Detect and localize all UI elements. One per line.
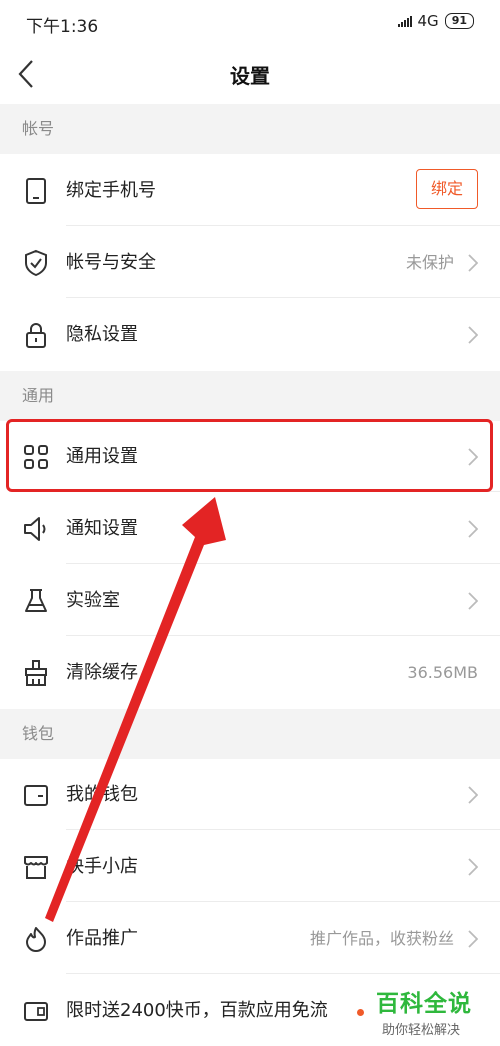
row-label: 限时送2400快币，百款应用免流 (66, 1000, 328, 1021)
row-clear-cache[interactable]: 清除缓存 36.56MB (0, 637, 500, 708)
row-lab[interactable]: 实验室 (0, 565, 500, 636)
row-my-wallet[interactable]: 我的钱包 (0, 759, 500, 830)
divider (66, 297, 500, 298)
network-type: 4G (417, 12, 439, 30)
phone-icon (26, 178, 46, 204)
section-header-account: 帐号 (0, 104, 500, 154)
row-notification[interactable]: 通知设置 (0, 493, 500, 564)
wallet-icon (24, 785, 48, 806)
watermark-subtitle: 助你轻松解决 (382, 1023, 461, 1038)
status-bar: 下午1:36 4G 91 (0, 0, 500, 44)
row-label: 作品推广 (66, 928, 138, 949)
lock-icon (26, 323, 46, 348)
chevron-right-icon (468, 930, 478, 948)
chevron-right-icon (468, 520, 478, 538)
promotion-subtitle: 推广作品，收获粉丝 (309, 929, 454, 948)
row-label: 清除缓存 (66, 662, 138, 683)
watermark-title: 百科全说 (376, 991, 472, 1017)
divider (66, 225, 500, 226)
cache-size: 36.56MB (407, 663, 478, 682)
divider (66, 973, 500, 974)
store-icon (24, 856, 48, 879)
row-general-settings[interactable]: 通用设置 (0, 421, 500, 492)
row-account-security[interactable]: 帐号与安全 未保护 (0, 227, 500, 298)
notification-dot (357, 1009, 364, 1016)
watermark-logo: 百科全说 助你轻松解决 (376, 984, 496, 1038)
chevron-right-icon (468, 254, 478, 272)
security-status: 未保护 (405, 253, 454, 272)
chevron-right-icon (468, 592, 478, 610)
nav-header: 设置 (0, 44, 500, 104)
row-label: 快手小店 (66, 856, 138, 877)
divider (66, 829, 500, 830)
chevron-right-icon (468, 448, 478, 466)
battery-icon: 91 (444, 13, 474, 29)
bind-button[interactable]: 绑定 (416, 169, 478, 209)
row-label: 实验室 (66, 590, 120, 611)
speaker-icon (24, 517, 46, 541)
divider (66, 901, 500, 902)
chevron-right-icon (468, 326, 478, 344)
grid-icon (24, 445, 48, 469)
coin-card-icon (24, 1002, 48, 1021)
shield-check-icon (25, 249, 47, 277)
row-label: 隐私设置 (66, 324, 138, 345)
row-privacy[interactable]: 隐私设置 (0, 299, 500, 370)
row-label: 通用设置 (66, 446, 138, 467)
section-header-general: 通用 (0, 371, 500, 421)
row-bind-phone[interactable]: 绑定手机号 绑定 (0, 155, 500, 226)
row-label: 我的钱包 (66, 784, 138, 805)
brush-icon (25, 660, 47, 686)
status-indicators: 4G 91 (397, 12, 474, 30)
row-label: 帐号与安全 (66, 252, 156, 273)
row-label: 通知设置 (66, 518, 138, 539)
divider (66, 491, 500, 492)
divider (66, 563, 500, 564)
divider (66, 635, 500, 636)
signal-icon (397, 15, 412, 27)
row-label: 绑定手机号 (66, 180, 156, 201)
flask-icon (25, 589, 47, 612)
row-shop[interactable]: 快手小店 (0, 831, 500, 902)
section-header-wallet: 钱包 (0, 709, 500, 759)
page-title: 设置 (230, 64, 270, 88)
status-time: 下午1:36 (26, 17, 99, 37)
row-promotion[interactable]: 作品推广 推广作品，收获粉丝 (0, 903, 500, 974)
flame-icon (26, 927, 46, 952)
chevron-right-icon (468, 786, 478, 804)
chevron-right-icon (468, 858, 478, 876)
